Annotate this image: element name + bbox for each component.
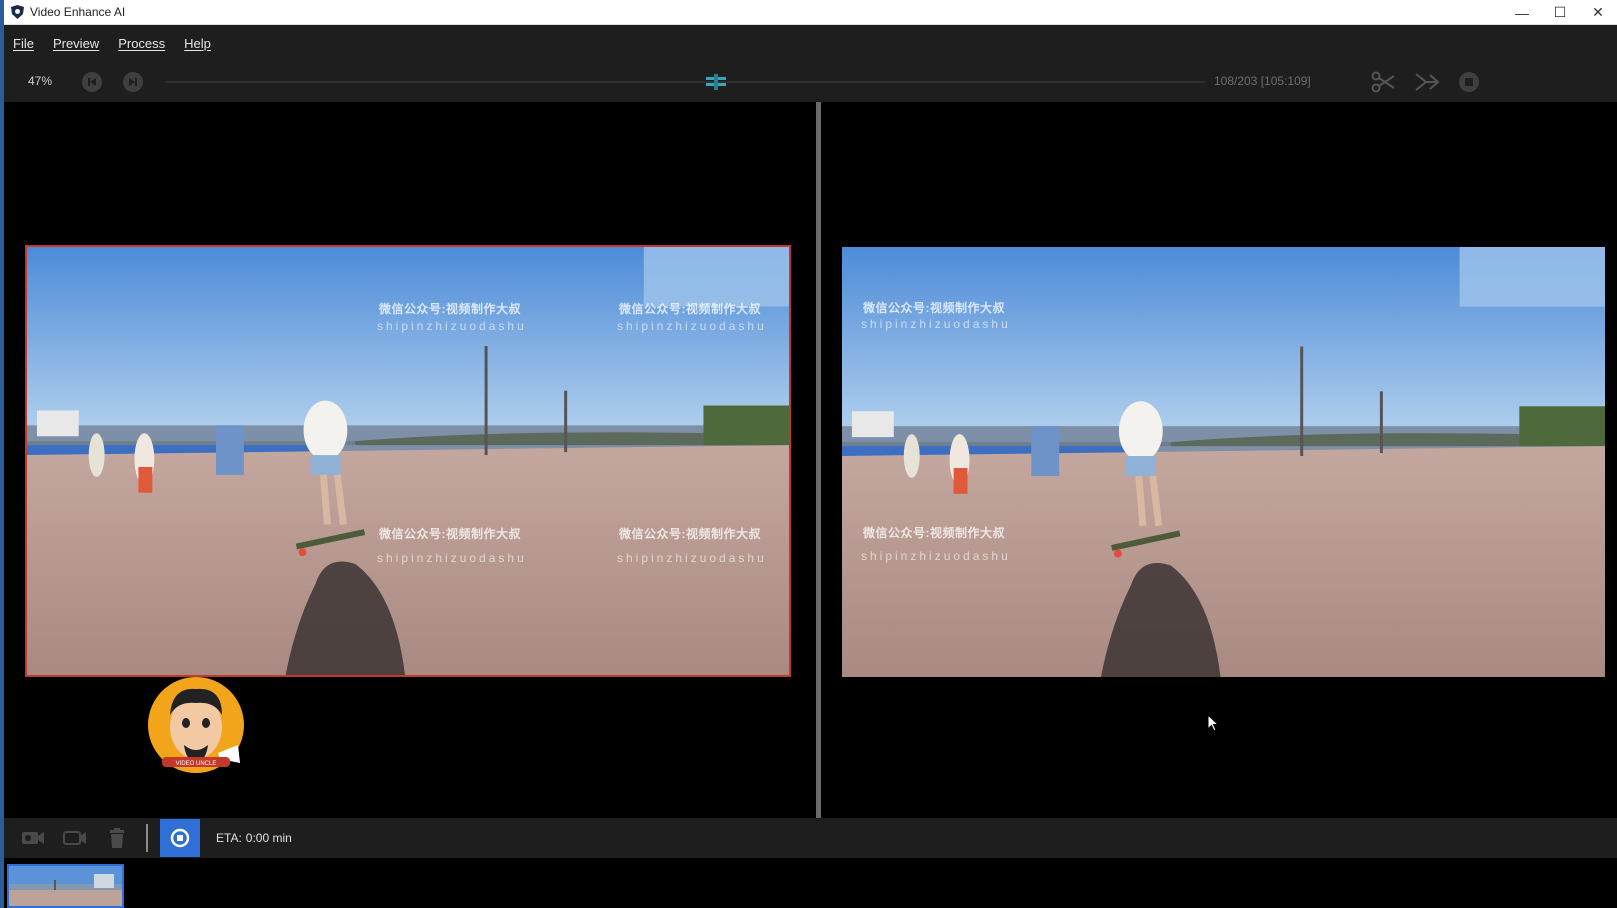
menu-file[interactable]: File bbox=[13, 36, 34, 51]
menu-process[interactable]: Process bbox=[118, 36, 165, 51]
app-logo-icon bbox=[11, 5, 24, 19]
watermark-text: 微信公众号:视频制作大叔 bbox=[863, 526, 1005, 540]
stop-icon[interactable] bbox=[1456, 70, 1482, 94]
thumbnail-image bbox=[9, 866, 122, 906]
stop-process-button[interactable] bbox=[160, 819, 200, 857]
menu-preview[interactable]: Preview bbox=[53, 36, 99, 51]
watermark-text: 微信公众号:视频制作大叔 bbox=[379, 302, 521, 316]
timeline-thumb[interactable] bbox=[706, 74, 727, 90]
enhanced-preview-pane: 微信公众号:视频制作大叔 shipinzhizuodashu 微信公众号:视频制… bbox=[821, 102, 1617, 818]
filmstrip bbox=[4, 858, 1617, 908]
menu-bar: File Preview Process Help bbox=[4, 25, 1617, 62]
zoom-level[interactable]: 47% bbox=[28, 74, 52, 88]
original-preview-pane: 微信公众号:视频制作大叔 shipinzhizuodashu 微信公众号:视频制… bbox=[4, 102, 816, 818]
minimize-button[interactable]: — bbox=[1503, 0, 1541, 25]
trash-icon[interactable] bbox=[104, 826, 130, 850]
enhanced-video-frame[interactable]: 微信公众号:视频制作大叔 shipinzhizuodashu 微信公众号:视频制… bbox=[842, 247, 1605, 677]
previous-frame-button[interactable] bbox=[82, 72, 102, 92]
close-button[interactable]: ✕ bbox=[1579, 0, 1617, 25]
skip-back-icon bbox=[88, 78, 96, 86]
watermark-text: shipinzhizuodashu bbox=[377, 319, 527, 333]
frame-counter: 108/203 [105:109] bbox=[1214, 74, 1311, 88]
avatar-caption: VIDEO UNCLE bbox=[176, 761, 217, 767]
window-title: Video Enhance AI bbox=[30, 5, 126, 19]
preview-toolbar: 47% 108/203 [105:109] bbox=[4, 62, 1617, 102]
video-thumbnail[interactable] bbox=[7, 864, 124, 908]
watermark-text: shipinzhizuodashu bbox=[861, 549, 1011, 563]
watermark-text: shipinzhizuodashu bbox=[617, 551, 767, 565]
watermark-text: shipinzhizuodashu bbox=[617, 319, 767, 333]
watermark-text: 微信公众号:视频制作大叔 bbox=[379, 527, 521, 541]
watermark-text: 微信公众号:视频制作大叔 bbox=[619, 527, 761, 541]
eta-value: 0:00 min bbox=[245, 831, 292, 845]
stop-circle-icon bbox=[170, 828, 190, 848]
original-video-frame[interactable]: 微信公众号:视频制作大叔 shipinzhizuodashu 微信公众号:视频制… bbox=[25, 245, 791, 677]
split-icon[interactable] bbox=[1414, 70, 1440, 94]
channel-avatar-logo: VIDEO UNCLE bbox=[148, 677, 244, 773]
watermark-text: shipinzhizuodashu bbox=[861, 317, 1011, 331]
app-window: Video Enhance AI — ☐ ✕ File Preview Proc… bbox=[0, 0, 1617, 908]
eta-label: ETA: bbox=[216, 831, 242, 845]
watermark-text: 微信公众号:视频制作大叔 bbox=[863, 301, 1005, 315]
maximize-button[interactable]: ☐ bbox=[1541, 0, 1579, 25]
watermark-text: shipinzhizuodashu bbox=[377, 551, 527, 565]
add-video-icon[interactable] bbox=[20, 826, 46, 850]
eta-display: ETA: 0:00 min bbox=[216, 831, 292, 845]
skip-forward-icon bbox=[129, 78, 137, 86]
title-bar: Video Enhance AI — ☐ ✕ bbox=[4, 0, 1617, 25]
scissors-icon[interactable] bbox=[1370, 70, 1396, 94]
timeline-slider[interactable] bbox=[165, 74, 1205, 90]
video-camera-icon[interactable] bbox=[62, 826, 88, 850]
watermark-text: 微信公众号:视频制作大叔 bbox=[619, 302, 761, 316]
menu-help[interactable]: Help bbox=[184, 36, 211, 51]
process-toolbar: ETA: 0:00 min bbox=[4, 818, 1617, 858]
mouse-cursor-icon bbox=[1207, 714, 1219, 732]
toolbar-separator bbox=[146, 824, 148, 852]
next-frame-button[interactable] bbox=[123, 72, 143, 92]
